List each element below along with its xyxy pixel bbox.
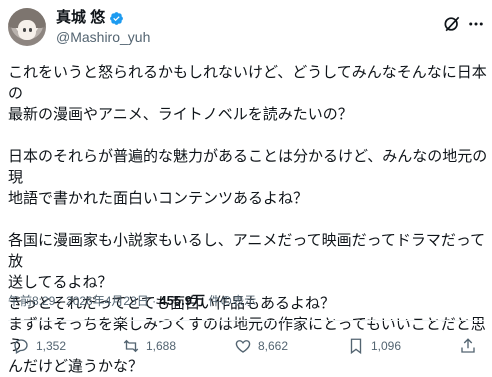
post-time[interactable]: 午前8:29: [8, 294, 55, 308]
grok-icon: [444, 16, 460, 32]
post-line: 各国に漫画家も小説家もいるし、アニメだって映画だってドラマだって放: [8, 232, 486, 270]
post-line: 送してるよね？: [8, 274, 113, 291]
post-line: 最新の漫画やアニメ、ライトノベルを読みたいの？: [8, 106, 353, 123]
author-handle[interactable]: @Mashiro_yuh: [56, 29, 150, 46]
reply-count: 1,352: [36, 339, 67, 353]
post-line: んだけど違うかな？: [8, 358, 144, 375]
repost-count: 1,688: [146, 339, 177, 353]
bookmark-count: 1,096: [371, 339, 402, 353]
post-line: 日本のそれらが普遍的な魅力があることは分かるけど、みんなの地元の現: [8, 148, 488, 186]
heart-icon: [235, 340, 251, 353]
author-name-row[interactable]: 真城 悠: [56, 9, 124, 27]
like-button[interactable]: 8,662: [234, 336, 288, 356]
repost-button[interactable]: 1,688: [122, 336, 176, 356]
verified-badge-icon: [110, 11, 124, 25]
avatar[interactable]: [8, 8, 46, 46]
meta-separator: ·: [55, 294, 67, 308]
post-date[interactable]: 2026年4月23日: [66, 294, 149, 308]
share-button[interactable]: [459, 336, 483, 356]
more-icon: [469, 22, 483, 26]
reply-button[interactable]: 1,352: [12, 336, 66, 356]
view-count[interactable]: 455.9万: [159, 293, 205, 308]
divider: [8, 320, 484, 321]
view-count-label: 件の表示: [204, 294, 257, 308]
bookmark-icon: [350, 338, 362, 355]
repost-icon: [123, 339, 139, 353]
like-count: 8,662: [258, 339, 289, 353]
author-display-name[interactable]: 真城 悠: [56, 9, 105, 27]
share-icon: [461, 338, 475, 353]
bookmark-button[interactable]: 1,096: [347, 336, 401, 356]
post-line: これをいうと怒られるかもしれないけど、どうしてみんなそんなに日本の: [8, 64, 487, 102]
post-meta: 午前8:29 · 2026年4月23日 · 455.9万 件の表示: [8, 292, 256, 310]
more-button[interactable]: [467, 14, 485, 34]
post-line: 地語で書かれた面白いコンテンツあるよね？: [8, 190, 309, 207]
meta-separator: ·: [148, 294, 160, 308]
grok-button[interactable]: [442, 14, 462, 34]
post-body: これをいうと怒られるかもしれないけど、どうしてみんなそんなに日本の 最新の漫画や…: [8, 62, 488, 377]
reply-icon: [14, 339, 28, 354]
